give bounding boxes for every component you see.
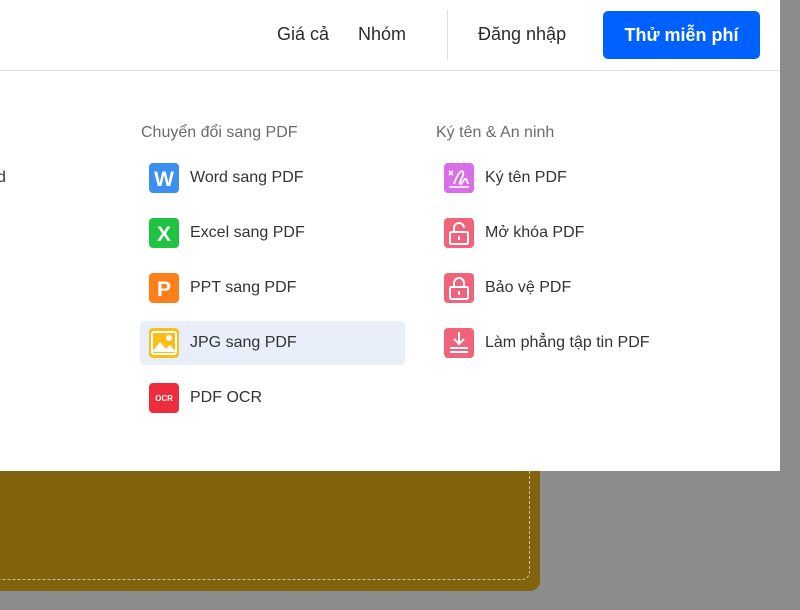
ppt-icon: P	[149, 273, 179, 303]
svg-text:P: P	[157, 278, 171, 301]
menu-item-label: PDF OCR	[190, 389, 262, 406]
lock-icon	[444, 273, 474, 303]
menu-item-label: Ký tên PDF	[485, 169, 567, 186]
menu-item-label: PPT sang PDF	[190, 279, 297, 296]
menu-item-ppt-to-pdf[interactable]: P PPT sang PDF	[140, 266, 405, 310]
clipped-menu-item-label[interactable]: d	[0, 169, 6, 187]
excel-icon: X	[149, 218, 179, 248]
unlock-icon	[444, 218, 474, 248]
word-icon: W	[149, 163, 179, 193]
svg-text:X: X	[157, 223, 171, 246]
ocr-icon: OCR	[149, 383, 179, 413]
drop-zone-dashed-border	[0, 471, 530, 580]
convert-to-pdf-heading: Chuyển đổi sang PDF	[141, 124, 298, 141]
nav-pricing-link[interactable]: Giá cả	[277, 24, 329, 45]
upload-drop-zone-panel	[0, 471, 540, 591]
ocr-badge-text: OCR	[155, 393, 173, 403]
svg-text:W: W	[154, 168, 174, 191]
signature-icon	[444, 163, 474, 193]
menu-item-label: Excel sang PDF	[190, 224, 305, 241]
menu-item-flatten-pdf[interactable]: Làm phẳng tập tin PDF	[435, 321, 700, 365]
menu-item-label: JPG sang PDF	[190, 334, 297, 351]
menu-item-label: Làm phẳng tập tin PDF	[485, 334, 650, 351]
nav-team-link[interactable]: Nhóm	[358, 24, 406, 45]
nav-divider	[447, 10, 448, 60]
menu-item-label: Bảo vệ PDF	[485, 279, 572, 296]
login-link[interactable]: Đăng nhập	[478, 24, 566, 45]
free-trial-button[interactable]: Thử miễn phí	[603, 11, 760, 59]
menu-item-pdf-ocr[interactable]: OCR PDF OCR	[140, 376, 405, 420]
menu-item-label: Mở khóa PDF	[485, 224, 585, 241]
sign-security-heading: Ký tên & An ninh	[436, 124, 555, 141]
tools-dropdown-menu: d l Chuyển đổi sang PDF W Word sang PDF …	[0, 71, 780, 471]
clipped-menu-item-label[interactable]: l	[0, 224, 1, 242]
menu-item-jpg-to-pdf[interactable]: JPG sang PDF	[140, 321, 405, 365]
menu-item-unlock-pdf[interactable]: Mở khóa PDF	[435, 211, 700, 255]
jpg-image-icon	[149, 328, 179, 358]
menu-item-word-to-pdf[interactable]: W Word sang PDF	[140, 156, 405, 200]
menu-item-sign-pdf[interactable]: Ký tên PDF	[435, 156, 700, 200]
menu-item-protect-pdf[interactable]: Bảo vệ PDF	[435, 266, 700, 310]
flatten-icon	[444, 328, 474, 358]
menu-item-excel-to-pdf[interactable]: X Excel sang PDF	[140, 211, 405, 255]
top-navigation-bar: Giá cả Nhóm Đăng nhập Thử miễn phí	[0, 0, 780, 71]
menu-item-label: Word sang PDF	[190, 169, 304, 186]
